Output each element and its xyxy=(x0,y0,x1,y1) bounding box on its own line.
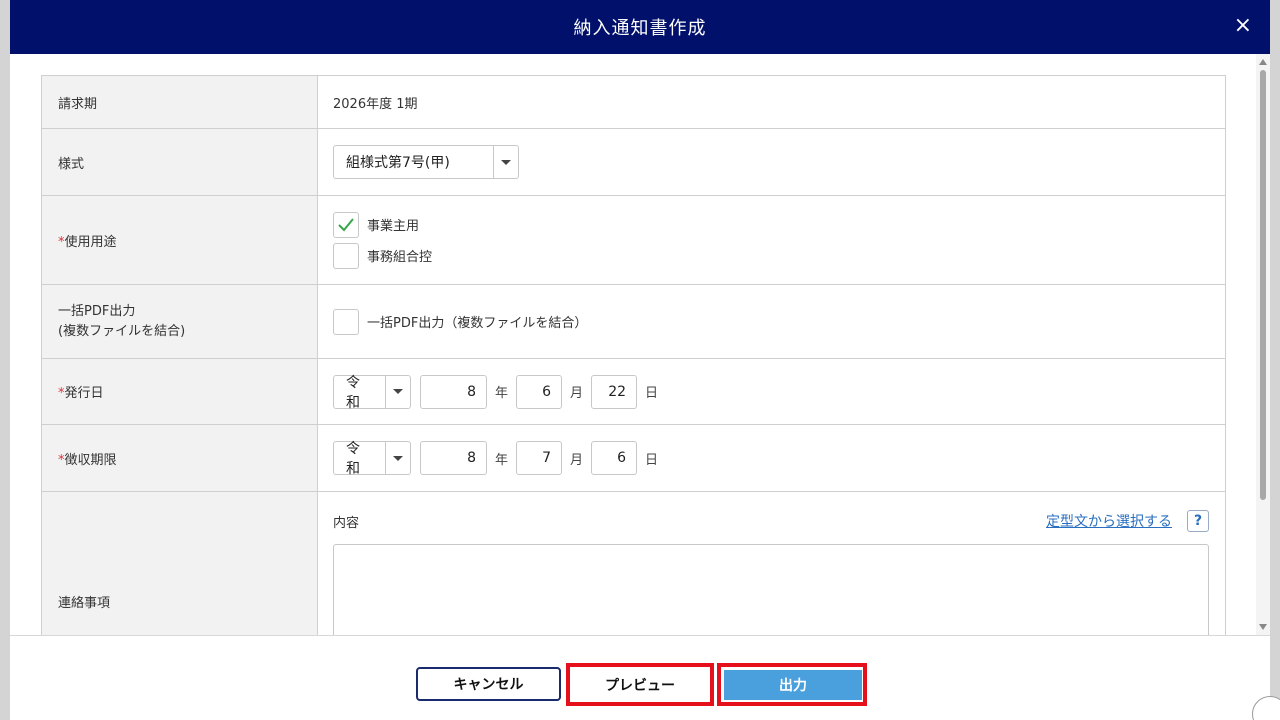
chevron-down-icon xyxy=(501,159,511,165)
notes-textarea[interactable] xyxy=(333,544,1209,635)
dialog-header: 納入通知書作成 × xyxy=(10,0,1270,54)
bulk-pdf-option[interactable]: 一括PDF出力（複数ファイルを結合） xyxy=(333,306,1225,337)
due-month-input[interactable]: 7 xyxy=(516,441,563,475)
form-table: 請求期 2026年度 1期 様式 組様式第7号(甲) *使用用途 事業主用 事務… xyxy=(41,75,1226,635)
format-dropdown-arrow[interactable] xyxy=(493,146,518,178)
due-era-arrow[interactable] xyxy=(385,442,410,474)
year-unit: 年 xyxy=(495,452,509,468)
chevron-down-icon xyxy=(393,389,403,394)
issue-era-value: 令和 xyxy=(346,374,360,411)
notes-label: 連絡事項 xyxy=(58,596,111,611)
row-billing-period: 請求期 2026年度 1期 xyxy=(41,75,1226,129)
row-bulk-pdf: 一括PDF出力 (複数ファイルを結合) 一括PDF出力（複数ファイルを結合） xyxy=(41,284,1226,359)
preview-button[interactable]: プレビュー xyxy=(572,669,708,701)
due-era-select[interactable]: 令和 xyxy=(333,441,411,477)
help-icon[interactable]: ? xyxy=(1187,510,1209,532)
bulk-pdf-label-sub: (複数ファイルを結合) xyxy=(58,323,186,339)
dialog-body: 請求期 2026年度 1期 様式 組様式第7号(甲) *使用用途 事業主用 事務… xyxy=(10,54,1270,635)
row-notes: 連絡事項 内容 定型文から選択する ? xyxy=(41,491,1226,635)
day-unit: 日 xyxy=(645,452,659,468)
billing-period-value: 2026年度 1期 xyxy=(317,75,1226,129)
format-select-value: 組様式第7号(甲) xyxy=(346,155,450,171)
corner-widget[interactable] xyxy=(1252,696,1280,720)
scroll-down-icon[interactable] xyxy=(1259,624,1267,630)
issue-era-select[interactable]: 令和 xyxy=(333,374,411,411)
dialog-title: 納入通知書作成 xyxy=(573,18,707,39)
issue-era-arrow[interactable] xyxy=(385,375,410,408)
issue-month-input[interactable]: 6 xyxy=(516,374,563,409)
due-date-fields: 令和 8 年 7 月 6 日 xyxy=(333,441,1225,477)
check-icon xyxy=(338,217,354,231)
row-format: 様式 組様式第7号(甲) xyxy=(41,128,1226,196)
chevron-down-icon xyxy=(393,455,403,461)
scrollbar-thumb[interactable] xyxy=(1260,70,1266,500)
row-due-date: *徴収期限 令和 8 年 7 月 6 日 xyxy=(41,424,1226,492)
year-unit: 年 xyxy=(495,386,509,401)
bulk-pdf-checkbox-label: 一括PDF出力（複数ファイルを結合） xyxy=(367,316,588,331)
cancel-button[interactable]: キャンセル xyxy=(416,667,561,701)
dialog-footer: キャンセル プレビュー 出力 xyxy=(10,635,1280,720)
usage-option-label: 事務組合控 xyxy=(367,250,433,265)
usage-option-business[interactable]: 事業主用 xyxy=(333,209,1225,240)
vertical-scrollbar[interactable] xyxy=(1256,54,1270,635)
bulk-pdf-label: 一括PDF出力 xyxy=(58,303,136,319)
month-unit: 月 xyxy=(570,452,584,468)
scroll-up-icon[interactable] xyxy=(1259,59,1267,65)
issue-day-input[interactable]: 22 xyxy=(591,374,638,409)
issue-date-fields: 令和 8 年 6 月 22 日 xyxy=(333,374,1225,411)
row-usage: *使用用途 事業主用 事務組合控 xyxy=(41,195,1226,285)
issue-year-input[interactable]: 8 xyxy=(420,374,487,409)
checkbox-business[interactable] xyxy=(333,211,359,238)
close-icon[interactable]: × xyxy=(1234,12,1252,40)
format-select[interactable]: 組様式第7号(甲) xyxy=(333,145,519,179)
month-unit: 月 xyxy=(570,386,584,401)
due-day-input[interactable]: 6 xyxy=(591,441,638,475)
output-button[interactable]: 出力 xyxy=(724,670,862,700)
row-issue-date: *発行日 令和 8 年 6 月 22 日 xyxy=(41,358,1226,425)
content-label: 内容 xyxy=(333,515,360,531)
usage-option-label: 事業主用 xyxy=(367,219,420,234)
billing-period-label: 請求期 xyxy=(41,75,318,129)
usage-label: 使用用途 xyxy=(64,234,117,250)
format-label: 様式 xyxy=(41,128,318,196)
template-select-link[interactable]: 定型文から選択する xyxy=(1046,511,1172,531)
due-date-label: 徴収期限 xyxy=(64,452,117,468)
issue-date-label: 発行日 xyxy=(64,386,104,401)
usage-option-office[interactable]: 事務組合控 xyxy=(333,240,1225,271)
day-unit: 日 xyxy=(645,386,659,401)
checkbox-bulk-pdf[interactable] xyxy=(333,308,359,335)
due-era-value: 令和 xyxy=(346,441,360,477)
checkbox-office[interactable] xyxy=(333,242,359,269)
notice-dialog: 納入通知書作成 × 請求期 2026年度 1期 様式 組様式第7号(甲) *使用… xyxy=(10,0,1280,720)
due-year-input[interactable]: 8 xyxy=(420,441,487,475)
